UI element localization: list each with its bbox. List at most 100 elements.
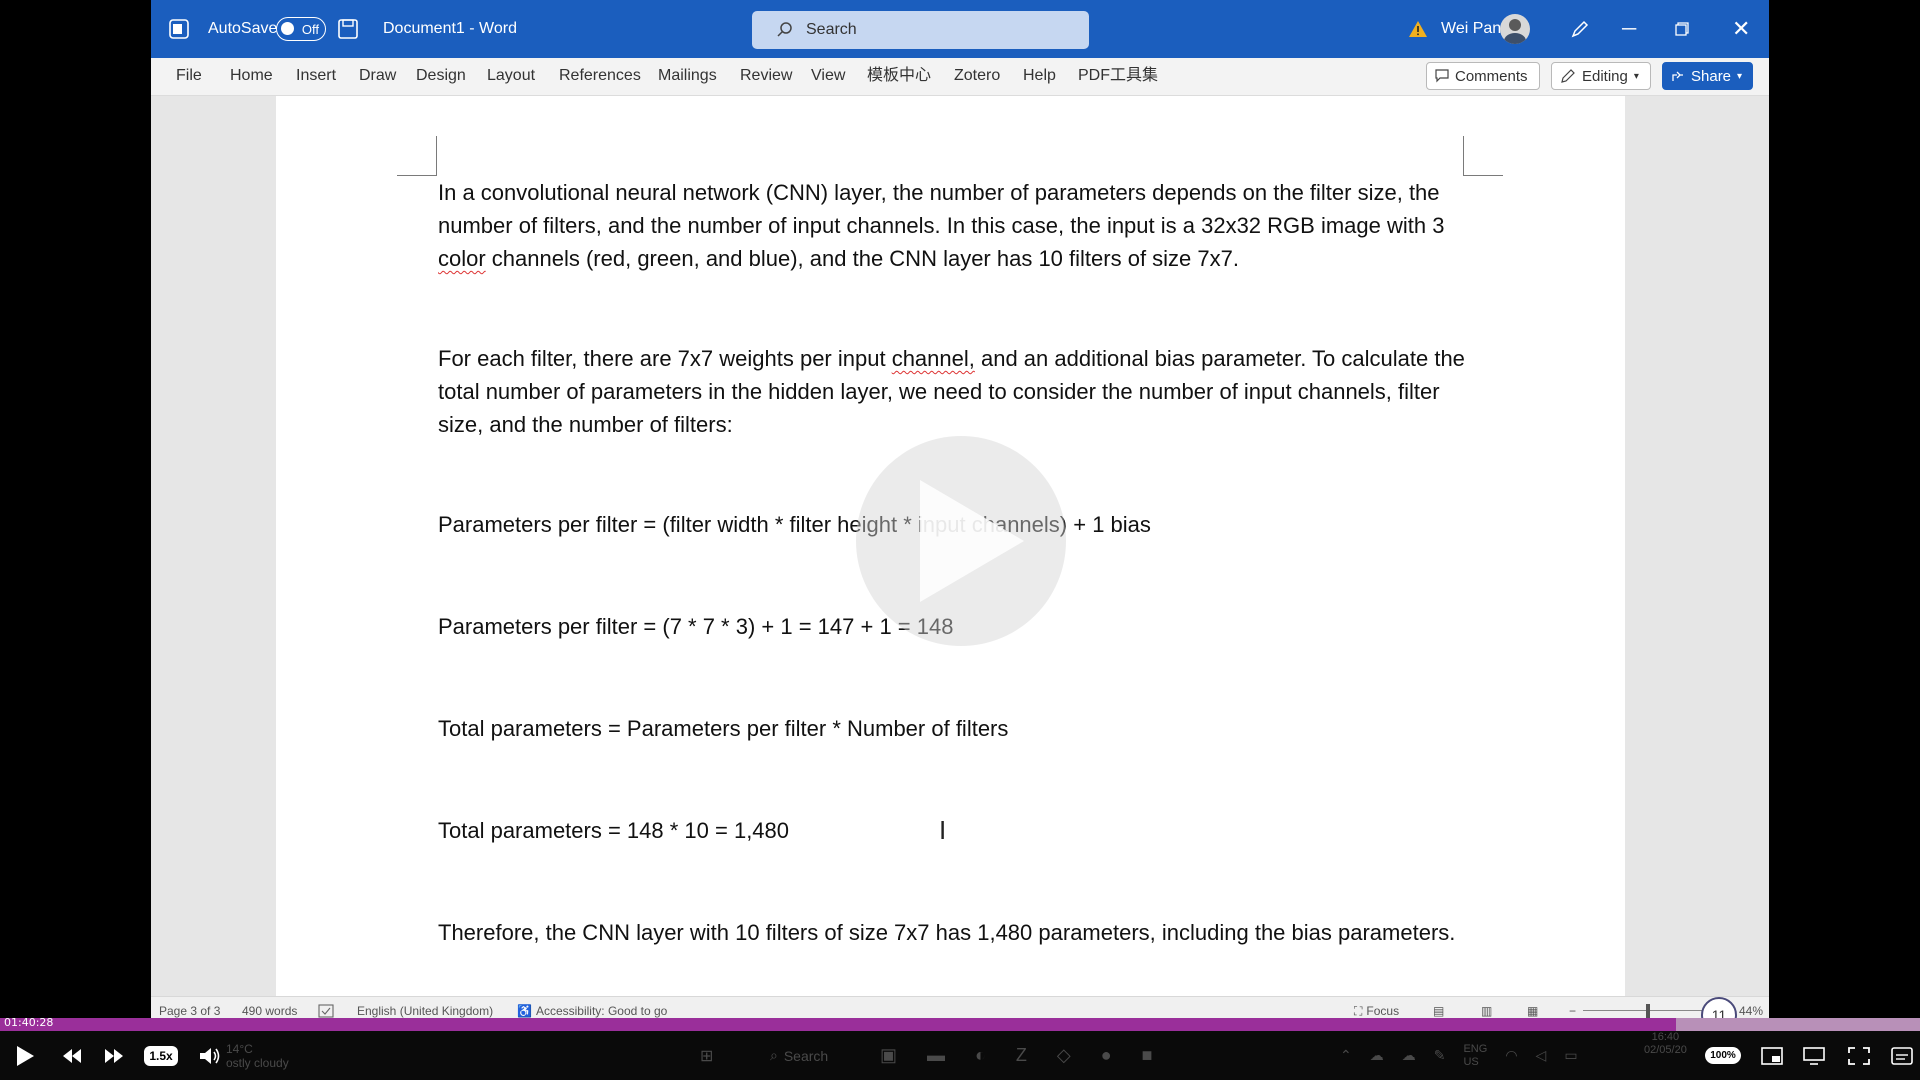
save-icon[interactable] <box>337 0 359 58</box>
accessibility-label: Accessibility: Good to go <box>535 1004 668 1018</box>
play-button[interactable] <box>10 1031 40 1080</box>
share-icon <box>1672 71 1683 81</box>
powerpoint-icon: ● <box>1100 1045 1112 1065</box>
video-progress-bar[interactable] <box>0 1018 1920 1031</box>
editing-mode-button[interactable]: Editing ▾ <box>1551 62 1651 90</box>
restore-button[interactable] <box>1675 0 1689 58</box>
text-run: For each filter, there are 7x7 weights p… <box>438 346 892 371</box>
document-canvas[interactable]: In a convolutional neural network (CNN) … <box>151 96 1769 996</box>
close-button[interactable]: ✕ <box>1732 0 1750 58</box>
volume-level-badge[interactable]: 100% <box>1705 1031 1741 1080</box>
taskbar-clock: 16:40 02/05/20 <box>1644 1031 1687 1080</box>
tab-references[interactable]: References <box>559 58 641 96</box>
lang-line-1: ENG <box>1463 1042 1488 1055</box>
tab-view[interactable]: View <box>811 58 845 96</box>
chevron-down-icon: ▾ <box>1633 70 1639 82</box>
word-app-icon[interactable] <box>167 0 195 58</box>
language-indicator: ENG US <box>1463 1043 1487 1069</box>
tab-help[interactable]: Help <box>1023 58 1056 96</box>
ribbon-tabs: File Home Insert Draw Design Layout Refe… <box>151 58 1769 96</box>
formula-line[interactable]: Total parameters = 148 * 10 = 1,480 <box>438 814 1478 847</box>
focus-label: Focus <box>1366 1004 1400 1018</box>
subtitles-button[interactable] <box>1888 1031 1916 1080</box>
formula-line[interactable]: Total parameters = Parameters per filter… <box>438 712 1478 745</box>
designer-pen-icon[interactable] <box>1570 0 1590 58</box>
tab-design[interactable]: Design <box>416 58 466 96</box>
volume-icon <box>200 1047 220 1064</box>
tab-template-center[interactable]: 模板中心 <box>867 58 931 96</box>
search-input[interactable]: Search <box>752 11 1089 49</box>
warning-icon[interactable] <box>1408 0 1428 58</box>
zotero-icon: Z <box>1015 1045 1027 1065</box>
text-cursor-icon: I <box>939 815 947 845</box>
fast-forward-icon <box>105 1048 123 1063</box>
weather-temp: 14°C <box>226 1041 253 1056</box>
taskbar-weather: 14°C ostly cloudy <box>226 1031 289 1080</box>
autosave-state: Off <box>301 21 319 37</box>
tab-mailings[interactable]: Mailings <box>658 58 717 96</box>
speed-label: 1.5x <box>144 1045 178 1066</box>
fullscreen-button[interactable] <box>1845 1031 1873 1080</box>
paragraph-intro[interactable]: In a convolutional neural network (CNN) … <box>438 176 1478 275</box>
zoom-slider-thumb[interactable] <box>1646 1004 1650 1018</box>
taskbar-app-icons: ▣ ▬ ◐ Z ◇ ● ■ <box>880 1031 1152 1080</box>
paragraph-explanation[interactable]: For each filter, there are 7x7 weights p… <box>438 342 1478 441</box>
accessibility-icon: ♿ <box>517 1004 532 1018</box>
clock-date: 02/05/20 <box>1644 1044 1687 1056</box>
comments-label: Comments <box>1455 67 1528 85</box>
text-run: In a convolutional neural network (CNN) … <box>438 180 1445 238</box>
paragraph-conclusion[interactable]: Therefore, the CNN layer with 10 filters… <box>438 916 1478 949</box>
video-controls: 1.5x 14°C ostly cloudy ⊞ ⌕ Search ▣ ▬ ◐ … <box>0 1031 1920 1080</box>
task-view-icon: ▣ <box>880 1045 898 1065</box>
text-run: channels (red, green, and blue), and the… <box>485 246 1239 271</box>
vscode-icon: ◇ <box>1056 1045 1071 1065</box>
spelling-flagged-word[interactable]: channel, <box>892 346 975 371</box>
windows-start-icon: ⊞ <box>700 1047 714 1065</box>
autosave-label: AutoSave <box>208 20 278 37</box>
tab-review[interactable]: Review <box>740 58 792 96</box>
comments-button[interactable]: Comments <box>1426 62 1540 90</box>
minimize-button[interactable]: ─ <box>1622 0 1636 58</box>
tab-insert[interactable]: Insert <box>296 58 336 96</box>
picture-in-picture-button[interactable] <box>1758 1031 1786 1080</box>
title-bar: AutoSave Off Document1 - Word Search Wei… <box>151 0 1769 58</box>
pen-icon: ✎ <box>1433 1047 1446 1063</box>
weather-desc: ostly cloudy <box>226 1055 289 1070</box>
avatar[interactable] <box>1500 14 1530 44</box>
user-name[interactable]: Wei Pan <box>1441 0 1501 58</box>
search-icon <box>777 22 792 37</box>
tab-file[interactable]: File <box>176 58 202 96</box>
tab-pdf-tools[interactable]: PDF工具集 <box>1078 58 1158 96</box>
word-window: AutoSave Off Document1 - Word Search Wei… <box>151 0 1769 1024</box>
playback-speed-button[interactable]: 1.5x <box>144 1031 178 1080</box>
taskbar-search-label: Search <box>783 1047 829 1064</box>
share-label: Share <box>1691 67 1732 85</box>
autosave-toggle[interactable]: Off <box>276 17 326 41</box>
share-button[interactable]: Share ▾ <box>1662 62 1753 90</box>
video-progress-remaining[interactable] <box>1676 1018 1920 1031</box>
rewind-button[interactable] <box>58 1031 86 1080</box>
tab-home[interactable]: Home <box>230 58 273 96</box>
battery-icon: ▭ <box>1564 1047 1578 1063</box>
taskbar-search: ⌕ Search <box>770 1031 828 1080</box>
tab-draw[interactable]: Draw <box>359 58 396 96</box>
speaker-icon: ◁ <box>1535 1047 1547 1063</box>
tab-zotero[interactable]: Zotero <box>954 58 1000 96</box>
lang-line-2: US <box>1463 1055 1479 1068</box>
system-tray: ⌃ ☁ ☁ ✎ ENG US ◠ ◁ ▭ <box>1340 1031 1578 1080</box>
tab-layout[interactable]: Layout <box>487 58 535 96</box>
cast-button[interactable] <box>1800 1031 1828 1080</box>
play-icon <box>17 1045 34 1066</box>
volume-button[interactable] <box>196 1031 224 1080</box>
video-play-overlay[interactable] <box>856 436 1066 646</box>
cloud-icon: ☁ <box>1401 1047 1416 1063</box>
spelling-flagged-word[interactable]: color <box>438 246 486 271</box>
comment-icon <box>1435 69 1449 83</box>
editing-label: Editing <box>1582 67 1628 85</box>
fast-forward-button[interactable] <box>100 1031 128 1080</box>
monitor-icon <box>1803 1046 1825 1065</box>
picture-in-picture-icon <box>1761 1046 1783 1065</box>
toggle-knob <box>281 22 294 35</box>
focus-icon: ⛶ <box>1354 1003 1363 1018</box>
subtitles-icon <box>1891 1046 1913 1065</box>
